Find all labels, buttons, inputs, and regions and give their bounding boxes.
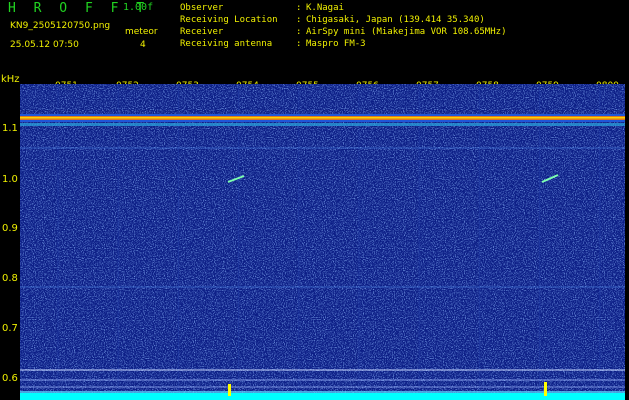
noise-floor-band	[20, 393, 625, 400]
info-sep-receiver: :	[296, 27, 302, 37]
info-sep-observer: :	[296, 3, 302, 13]
observation-datetime: 25.05.12 07:50	[10, 40, 79, 50]
info-key-antenna: Receiving antenna	[180, 39, 273, 49]
app-version: 1.00f	[123, 2, 154, 13]
meteor-count: 4	[140, 40, 146, 50]
info-sep-antenna: :	[296, 39, 302, 49]
carrier-sideband	[20, 123, 625, 126]
frequency-label: 0.6	[2, 373, 18, 384]
carrier-core	[20, 117, 625, 119]
frequency-label: 0.9	[2, 223, 18, 234]
frequency-label: 1.0	[2, 174, 18, 185]
frequency-label: 0.8	[2, 273, 18, 284]
noise-spike	[544, 382, 547, 396]
info-key-receiver: Receiver	[180, 27, 224, 37]
spectrogram-waterfall	[20, 84, 625, 400]
info-key-observer: Observer	[180, 3, 224, 13]
frequency-unit-label: kHz	[1, 74, 20, 85]
frequency-label: 0.7	[2, 323, 18, 334]
info-value-observer: K.Nagai	[306, 3, 344, 13]
noise-floor-edge	[20, 391, 625, 393]
frequency-label: 1.1	[2, 123, 18, 134]
info-value-location: Chigasaki, Japan (139.414 35.340)	[306, 15, 485, 25]
info-value-antenna: Maspro FM-3	[306, 39, 366, 49]
file-name: KN9_2505120750.png	[10, 21, 111, 31]
noise-spike	[228, 384, 231, 396]
info-sep-location: :	[296, 15, 302, 25]
info-value-receiver: AirSpy mini (Miakejima VOR 108.65MHz)	[306, 27, 507, 37]
meteor-label: meteor	[125, 27, 158, 37]
info-key-location: Receiving Location	[180, 15, 278, 25]
